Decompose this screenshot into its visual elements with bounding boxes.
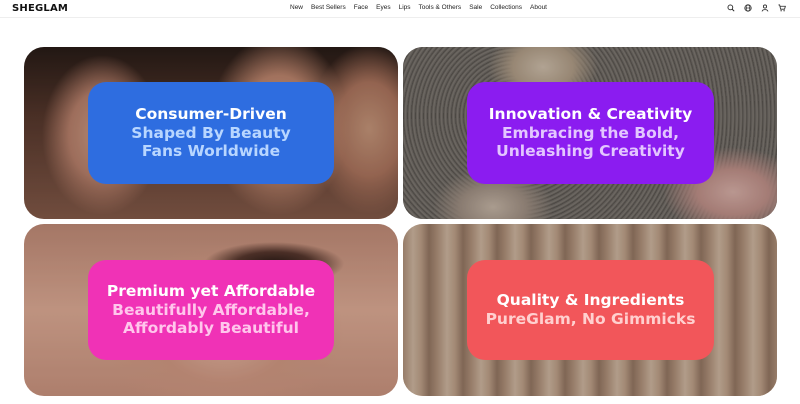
tile-subtitle-line2: Affordably Beautiful: [123, 319, 299, 338]
nav-item-tools-others[interactable]: Tools & Others: [419, 4, 462, 11]
text-card: Quality & Ingredients PureGlam, No Gimmi…: [467, 260, 714, 360]
globe-icon[interactable]: [744, 4, 752, 12]
tile-title: Innovation & Creativity: [488, 104, 693, 123]
tile-subtitle-line2: Unleashing Creativity: [496, 142, 685, 161]
brand-logo[interactable]: SHEGLAM: [12, 3, 68, 14]
tile-subtitle-line1: Embracing the Bold,: [501, 123, 680, 142]
tile-subtitle-line1: PureGlam, No Gimmicks: [485, 310, 696, 328]
brand-value-tile-innovation-creativity[interactable]: Innovation & Creativity Embracing the Bo…: [403, 47, 777, 219]
text-card: Premium yet Affordable Beautifully Affor…: [88, 260, 334, 360]
nav-item-face[interactable]: Face: [354, 4, 368, 11]
top-navigation-bar: SHEGLAM New Best Sellers Face Eyes Lips …: [0, 0, 800, 18]
cart-icon[interactable]: [778, 4, 786, 12]
tile-subtitle-line2: Fans Worldwide: [141, 142, 281, 161]
nav-item-best-sellers[interactable]: Best Sellers: [311, 4, 346, 11]
nav-item-sale[interactable]: Sale: [469, 4, 482, 11]
brand-value-tile-quality-ingredients[interactable]: Quality & Ingredients PureGlam, No Gimmi…: [403, 224, 777, 396]
main-nav: New Best Sellers Face Eyes Lips Tools & …: [290, 4, 547, 11]
text-card: Consumer-Driven Shaped By Beauty Fans Wo…: [88, 82, 334, 184]
tile-title: Quality & Ingredients: [496, 291, 685, 310]
search-icon[interactable]: [727, 4, 735, 12]
nav-item-eyes[interactable]: Eyes: [376, 4, 390, 11]
tile-title: Premium yet Affordable: [106, 281, 316, 300]
tile-subtitle-line1: Shaped By Beauty: [131, 123, 291, 142]
user-icon[interactable]: [761, 4, 769, 12]
nav-item-collections[interactable]: Collections: [490, 4, 522, 11]
tile-title: Consumer-Driven: [135, 104, 287, 123]
tile-subtitle-line1: Beautifully Affordable,: [112, 300, 310, 319]
brand-value-tile-consumer-driven[interactable]: Consumer-Driven Shaped By Beauty Fans Wo…: [24, 47, 398, 219]
header-icons: [727, 4, 786, 12]
brand-value-tile-premium-affordable[interactable]: Premium yet Affordable Beautifully Affor…: [24, 224, 398, 396]
text-card: Innovation & Creativity Embracing the Bo…: [467, 82, 714, 184]
nav-item-new[interactable]: New: [290, 4, 303, 11]
nav-item-lips[interactable]: Lips: [399, 4, 411, 11]
nav-item-about[interactable]: About: [530, 4, 547, 11]
